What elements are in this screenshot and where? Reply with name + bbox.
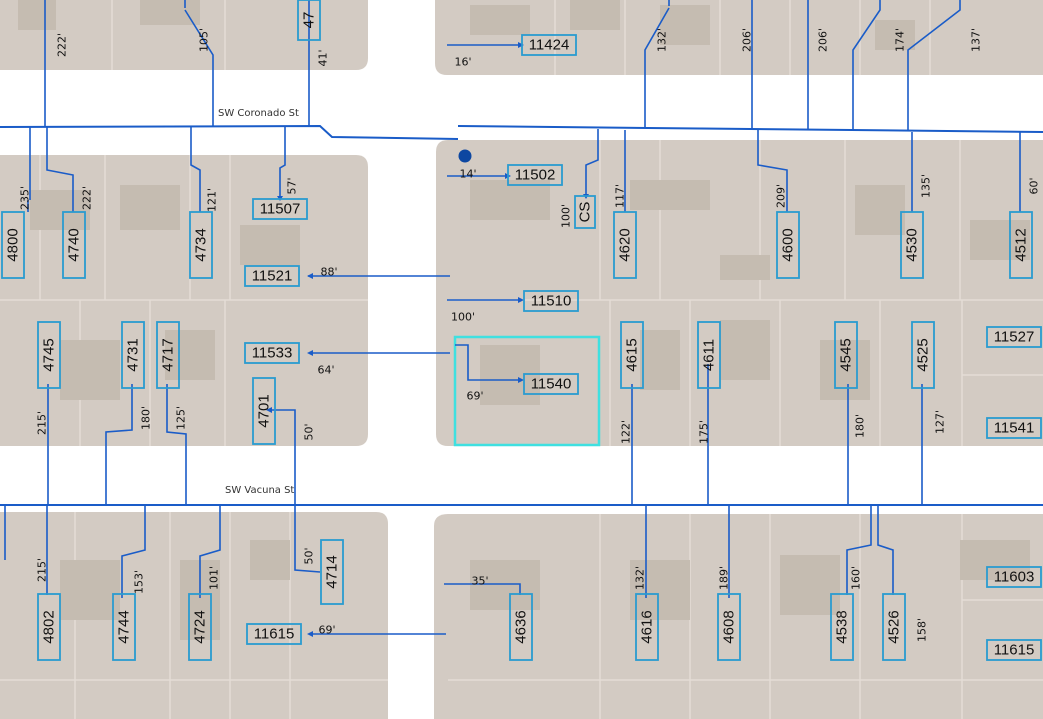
length-label: 122' <box>620 420 633 444</box>
address-label-text: 4714 <box>324 555 341 588</box>
length-label: 69' <box>318 624 335 637</box>
address-label-text: 11615 <box>994 642 1035 659</box>
address-label-text: 11540 <box>531 376 572 393</box>
length-label: 41' <box>317 49 330 66</box>
length-label: 135' <box>920 174 933 198</box>
address-label[interactable]: 11527 <box>986 326 1042 348</box>
address-label[interactable]: 11510 <box>523 290 579 312</box>
address-label-text: 4717 <box>160 338 177 371</box>
length-label: 16' <box>454 56 471 69</box>
street-label-coronado: SW Coronado St <box>218 108 299 119</box>
address-label-text: 4731 <box>125 338 142 371</box>
length-label: 158' <box>916 618 929 642</box>
length-label: 235' <box>19 186 32 210</box>
length-label: 64' <box>317 364 334 377</box>
length-label: 35' <box>471 575 488 588</box>
length-label: 132' <box>634 566 647 590</box>
address-label-text: 4636 <box>513 610 530 643</box>
address-label-text: 4802 <box>41 610 58 643</box>
address-label-text: 11527 <box>994 329 1035 346</box>
address-label-text: 4734 <box>193 228 210 261</box>
length-label: 222' <box>56 33 69 57</box>
address-label-text: 4744 <box>116 610 133 643</box>
length-label: 206' <box>817 28 830 52</box>
length-label: 137' <box>970 28 983 52</box>
length-label: 174' <box>894 28 907 52</box>
address-label-text: 11502 <box>515 167 556 184</box>
address-label[interactable]: 11521 <box>244 265 300 287</box>
length-label: 60' <box>1028 177 1041 194</box>
address-label-text: CS <box>577 202 594 223</box>
address-label-text: 4600 <box>780 228 797 261</box>
address-label-text: 4800 <box>5 228 22 261</box>
address-label-text: 4611 <box>701 339 718 371</box>
address-label[interactable]: 11533 <box>244 342 300 364</box>
address-label[interactable]: 11603 <box>986 566 1042 588</box>
address-label-text: 11507 <box>260 201 301 218</box>
address-label[interactable]: 11424 <box>521 34 577 56</box>
length-label: 175' <box>698 420 711 444</box>
length-label: 189' <box>718 566 731 590</box>
length-label: 121' <box>206 188 219 212</box>
address-label[interactable]: 11502 <box>507 164 563 186</box>
address-label-text: 4745 <box>41 338 58 371</box>
length-label: 160' <box>850 566 863 590</box>
address-label-text: 47 <box>301 12 318 29</box>
address-label[interactable]: 11615 <box>246 623 302 645</box>
length-label: 125' <box>175 406 188 430</box>
length-label: 14' <box>459 168 476 181</box>
address-label[interactable]: 11615 <box>986 639 1042 661</box>
address-label-text: 4512 <box>1013 228 1030 261</box>
length-label: 100' <box>451 311 475 324</box>
length-label: 180' <box>140 406 153 430</box>
address-label-text: 4545 <box>838 338 855 371</box>
address-label-text: 11521 <box>252 268 293 285</box>
length-label: 100' <box>560 204 573 228</box>
length-label: 101' <box>208 566 221 590</box>
length-label: 153' <box>133 570 146 594</box>
length-label: 105' <box>198 28 211 52</box>
address-label-text: 11510 <box>531 293 572 310</box>
map-canvas[interactable]: SW Coronado St SW Vacuna St 4800 4740 4734… <box>0 0 1043 719</box>
address-label-text: 4616 <box>639 610 656 643</box>
length-label: 57' <box>286 177 299 194</box>
map-svg: SW Coronado St SW Vacuna St 4800 4740 4734… <box>0 0 1043 719</box>
address-label-text: 4538 <box>834 610 851 643</box>
address-label-text: 11603 <box>994 569 1035 586</box>
address-label-text: 4530 <box>904 228 921 261</box>
address-label[interactable]: 11540 <box>523 373 579 395</box>
address-label-text: 4701 <box>256 394 273 427</box>
length-label: 222' <box>81 186 94 210</box>
length-label: 132' <box>656 28 669 52</box>
street-label-vacuna: SW Vacuna St <box>225 485 294 496</box>
length-label: 50' <box>303 547 316 564</box>
address-label-text: 4526 <box>886 610 903 643</box>
address-label-text: 11424 <box>529 37 570 54</box>
address-label-text: 4724 <box>192 610 209 643</box>
address-label-text: 4615 <box>624 338 641 371</box>
length-label: 117' <box>614 184 627 208</box>
address-label-text: 11533 <box>252 345 293 362</box>
length-label: 215' <box>36 558 49 582</box>
address-label-text: 11541 <box>994 420 1035 437</box>
address-label-text: 4740 <box>66 228 83 261</box>
address-label-text: 4525 <box>915 338 932 371</box>
length-label: 88' <box>320 266 337 279</box>
address-label[interactable]: 11507 <box>252 198 308 220</box>
address-label-text: 4620 <box>617 228 634 261</box>
address-label-text: 4608 <box>721 610 738 643</box>
length-label: 50' <box>303 423 316 440</box>
length-label: 215' <box>36 411 49 435</box>
address-label[interactable]: 11541 <box>986 417 1042 439</box>
length-label: 209' <box>775 184 788 208</box>
address-label-text: 11615 <box>254 626 295 643</box>
length-label: 127' <box>934 410 947 434</box>
length-label: 69' <box>466 390 483 403</box>
length-label: 180' <box>854 414 867 438</box>
hydrant-marker[interactable] <box>458 149 472 163</box>
length-label: 206' <box>741 28 754 52</box>
